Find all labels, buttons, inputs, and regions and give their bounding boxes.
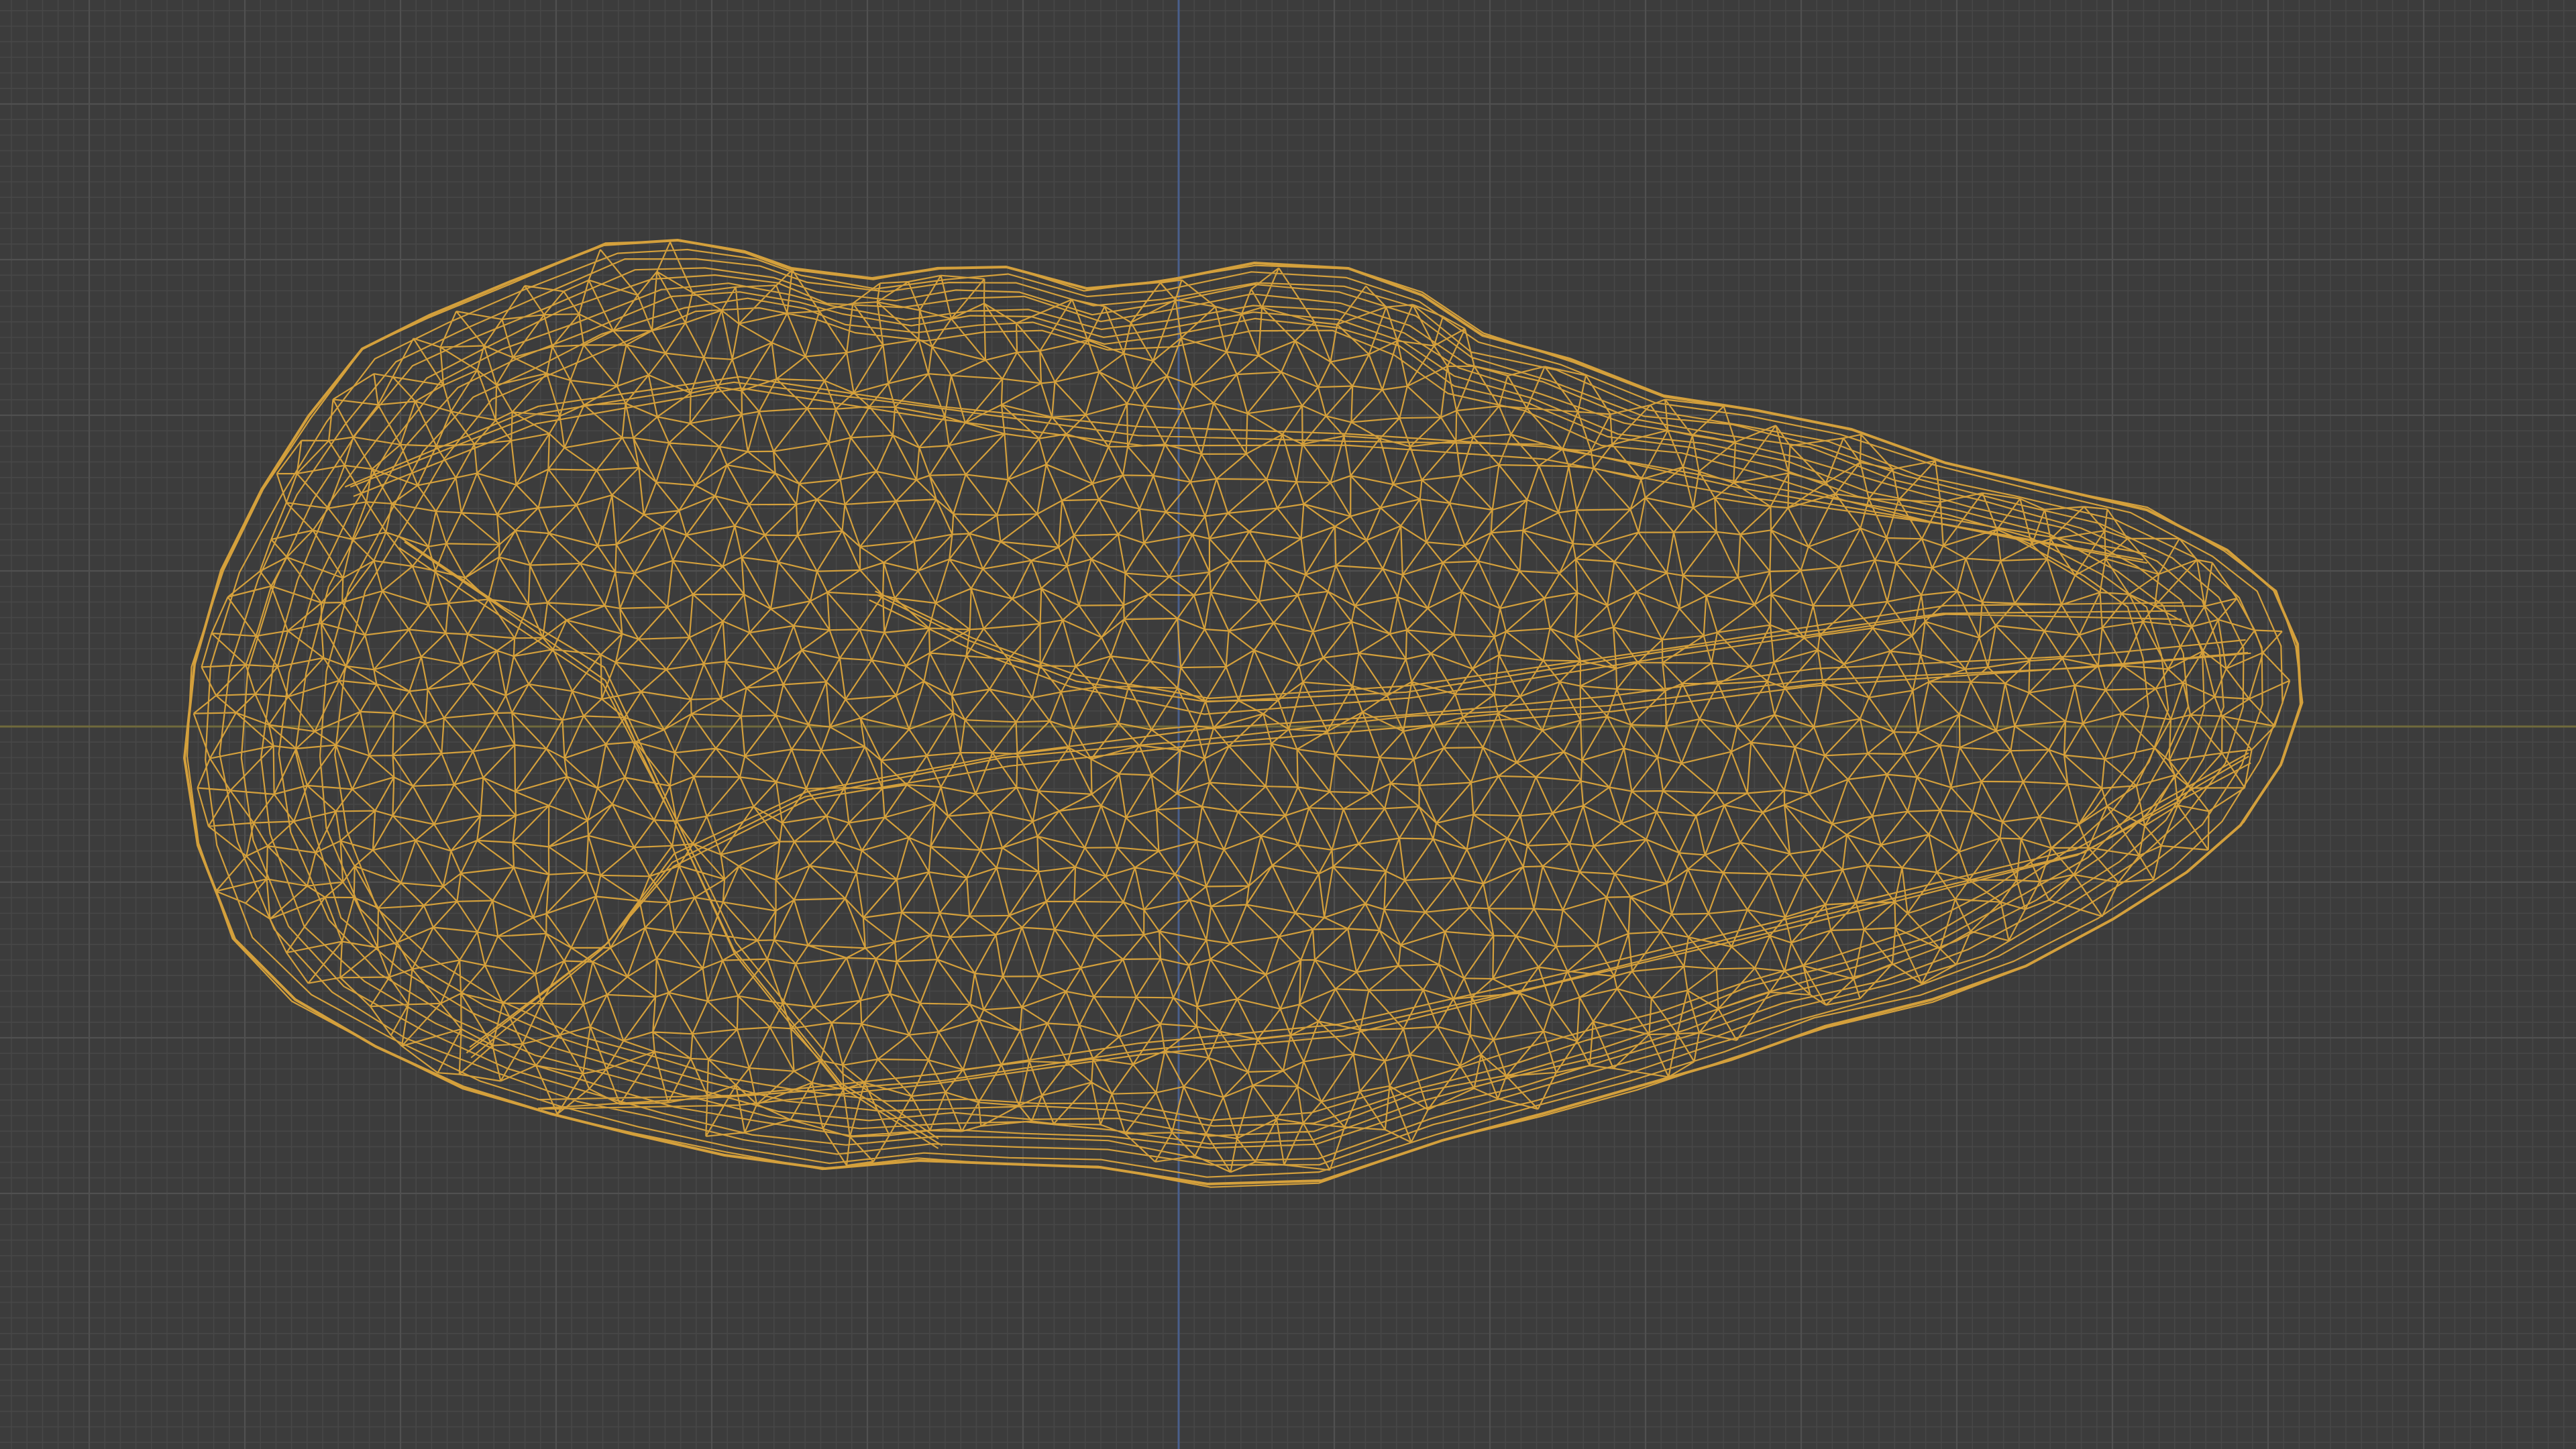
3d-viewport[interactable]	[0, 0, 2576, 1449]
mesh-silhouette	[183, 239, 2302, 1185]
rock-mesh-wireframe[interactable]	[0, 0, 2576, 1449]
mesh-edges	[186, 239, 2304, 1188]
